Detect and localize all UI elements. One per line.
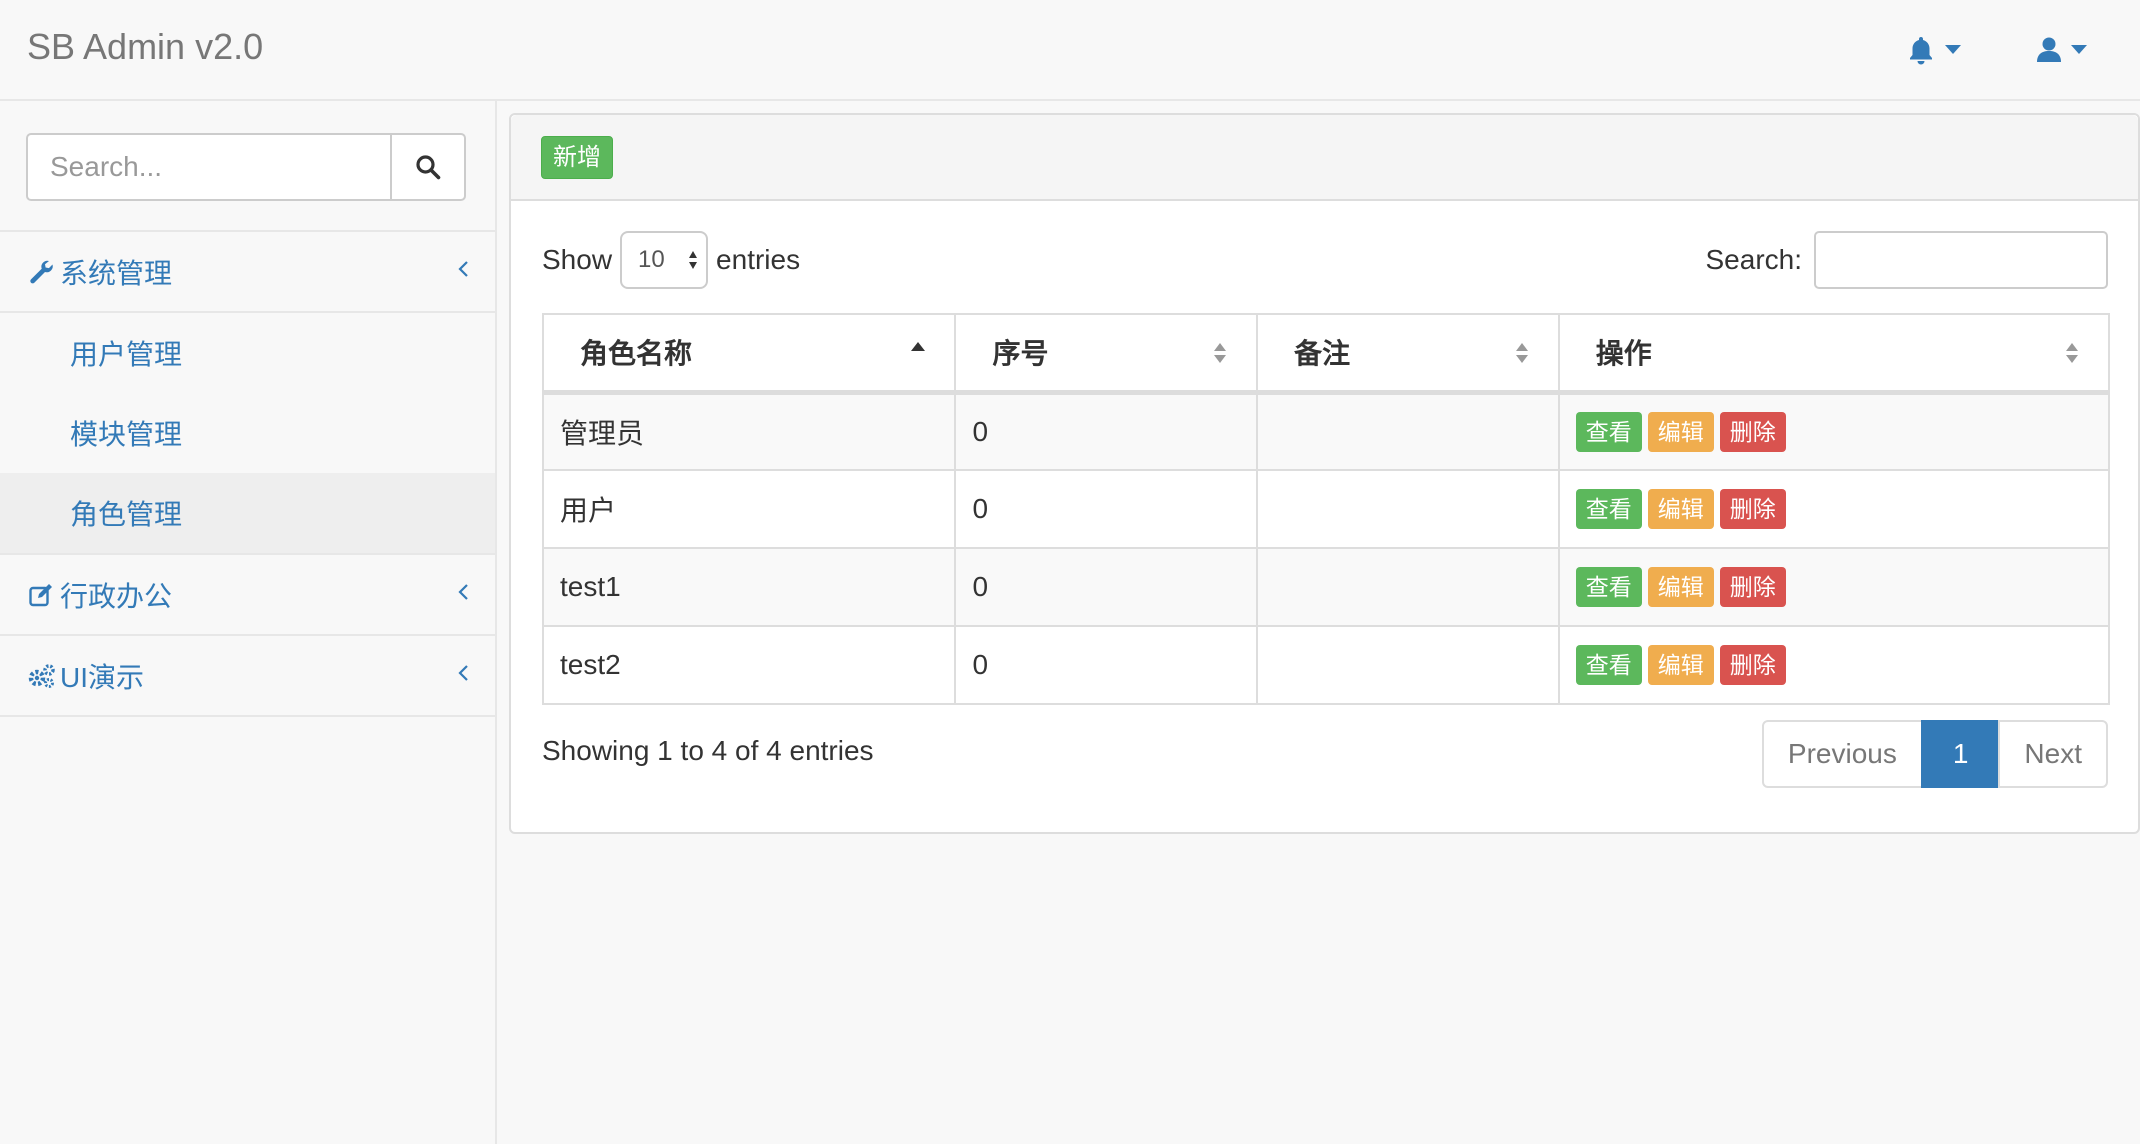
table-header-row: 角色名称 序号 备注 操作 — [541, 313, 2111, 395]
column-header-label: 操作 — [1595, 338, 1652, 370]
cell-actions: 查看 编辑 删除 — [1557, 391, 2111, 471]
cell-role-name: test1 — [541, 547, 957, 627]
wrench-icon — [28, 258, 56, 286]
delete-button[interactable]: 删除 — [1719, 645, 1786, 685]
view-button[interactable]: 查看 — [1575, 411, 1642, 452]
cell-note — [1256, 547, 1560, 627]
view-button[interactable]: 查看 — [1575, 645, 1642, 685]
column-header-note[interactable]: 备注 — [1256, 313, 1560, 395]
table-row: 用户 0 查看 编辑 删除 — [541, 469, 2111, 549]
table-row: test2 0 查看 编辑 删除 — [541, 625, 2111, 705]
cell-role-name: 用户 — [541, 469, 957, 549]
search-button[interactable] — [390, 133, 466, 201]
delete-button[interactable]: 删除 — [1719, 489, 1786, 529]
cell-order: 0 — [954, 625, 1259, 705]
column-header-label: 序号 — [992, 338, 1049, 370]
sidebar-item-user-management[interactable]: 用户管理 — [0, 313, 495, 393]
table-row: test1 0 查看 编辑 删除 — [541, 547, 2111, 627]
sidebar-submenu-system: 用户管理 模块管理 角色管理 — [0, 313, 495, 555]
search-input[interactable] — [26, 133, 390, 201]
caret-down-icon — [1945, 45, 1961, 54]
caret-down-icon — [2071, 45, 2087, 54]
select-arrows-icon — [689, 251, 698, 269]
page-1-button[interactable]: 1 — [1920, 720, 2001, 788]
filter-label: Search: — [1705, 244, 1803, 275]
column-header-role-name[interactable]: 角色名称 — [541, 313, 957, 395]
edit-button[interactable]: 编辑 — [1647, 645, 1714, 685]
user-dropdown[interactable] — [2037, 30, 2087, 70]
sidebar-group-label: 行政办公 — [60, 580, 173, 612]
cell-order: 0 — [954, 469, 1259, 549]
search-icon — [416, 155, 441, 180]
panel-heading: 新增 — [511, 115, 2138, 201]
delete-button[interactable]: 删除 — [1719, 411, 1786, 452]
chevron-left-icon — [458, 261, 468, 277]
sidebar-group-label: UI演示 — [60, 661, 145, 693]
sidebar-item-role-management[interactable]: 角色管理 — [0, 473, 495, 553]
user-icon — [2037, 37, 2061, 62]
edit-button[interactable]: 编辑 — [1647, 489, 1714, 529]
edit-icon — [28, 581, 56, 609]
edit-button[interactable]: 编辑 — [1647, 411, 1714, 452]
column-header-actions[interactable]: 操作 — [1557, 313, 2111, 395]
length-suffix: entries — [716, 244, 801, 275]
sort-both-icon — [1515, 343, 1528, 363]
table-row: 管理员 0 查看 编辑 删除 — [541, 391, 2111, 471]
chevron-left-icon — [458, 584, 468, 600]
search-group — [26, 133, 466, 201]
length-prefix: Show — [542, 244, 613, 275]
cell-role-name: test2 — [541, 625, 957, 705]
sidebar-item-module-management[interactable]: 模块管理 — [0, 393, 495, 473]
add-button[interactable]: 新增 — [541, 136, 613, 179]
bell-icon — [1910, 37, 1932, 65]
delete-button[interactable]: 删除 — [1719, 567, 1786, 607]
entries-length-control: Show 10 entries — [542, 231, 800, 289]
column-header-label: 角色名称 — [580, 338, 693, 370]
table-info: Showing 1 to 4 of 4 entries — [542, 735, 874, 766]
sidebar: 系统管理 用户管理 模块管理 角色管理 行政办公 UI演示 — [0, 101, 497, 1144]
column-header-order[interactable]: 序号 — [954, 313, 1259, 395]
cell-note — [1256, 625, 1560, 705]
entries-select[interactable]: 10 — [620, 231, 709, 289]
sort-both-icon — [1214, 343, 1227, 363]
next-page-button[interactable]: Next — [1998, 720, 2108, 788]
cell-note — [1256, 391, 1560, 471]
cell-actions: 查看 编辑 删除 — [1557, 547, 2111, 627]
cell-order: 0 — [954, 547, 1259, 627]
sidebar-group-label: 系统管理 — [60, 257, 173, 289]
gears-icon — [28, 662, 56, 690]
cell-order: 0 — [954, 391, 1259, 471]
cell-note — [1256, 469, 1560, 549]
entries-select-value: 10 — [638, 246, 665, 273]
sort-asc-icon — [911, 342, 926, 351]
column-header-label: 备注 — [1294, 338, 1351, 370]
brand-title[interactable]: SB Admin v2.0 — [27, 26, 263, 68]
top-navbar: SB Admin v2.0 — [0, 0, 2140, 101]
view-button[interactable]: 查看 — [1575, 567, 1642, 607]
sidebar-search — [0, 101, 495, 232]
table-search-input[interactable] — [1814, 231, 2108, 289]
pagination: Previous 1 Next — [1761, 720, 2108, 788]
cell-actions: 查看 编辑 删除 — [1557, 625, 2111, 705]
cell-role-name: 管理员 — [541, 391, 957, 471]
role-list-panel: 新增 Show 10 entries Search: 角色名称 序号 备注 操作… — [509, 113, 2140, 834]
sidebar-group-system[interactable]: 系统管理 — [0, 232, 495, 313]
sort-both-icon — [2066, 343, 2078, 363]
table-filter: Search: — [1705, 231, 2108, 289]
sidebar-group-ui-demo[interactable]: UI演示 — [0, 636, 495, 717]
view-button[interactable]: 查看 — [1575, 489, 1642, 529]
sidebar-group-office[interactable]: 行政办公 — [0, 555, 495, 636]
previous-page-button[interactable]: Previous — [1761, 720, 1923, 788]
roles-table: 角色名称 序号 备注 操作 管理员 0 查看 编辑 删除 用户 0 查看 编辑 … — [541, 313, 2111, 705]
alerts-dropdown[interactable] — [1907, 30, 1961, 70]
cell-actions: 查看 编辑 删除 — [1557, 469, 2111, 549]
chevron-left-icon — [458, 665, 468, 681]
edit-button[interactable]: 编辑 — [1647, 567, 1714, 607]
